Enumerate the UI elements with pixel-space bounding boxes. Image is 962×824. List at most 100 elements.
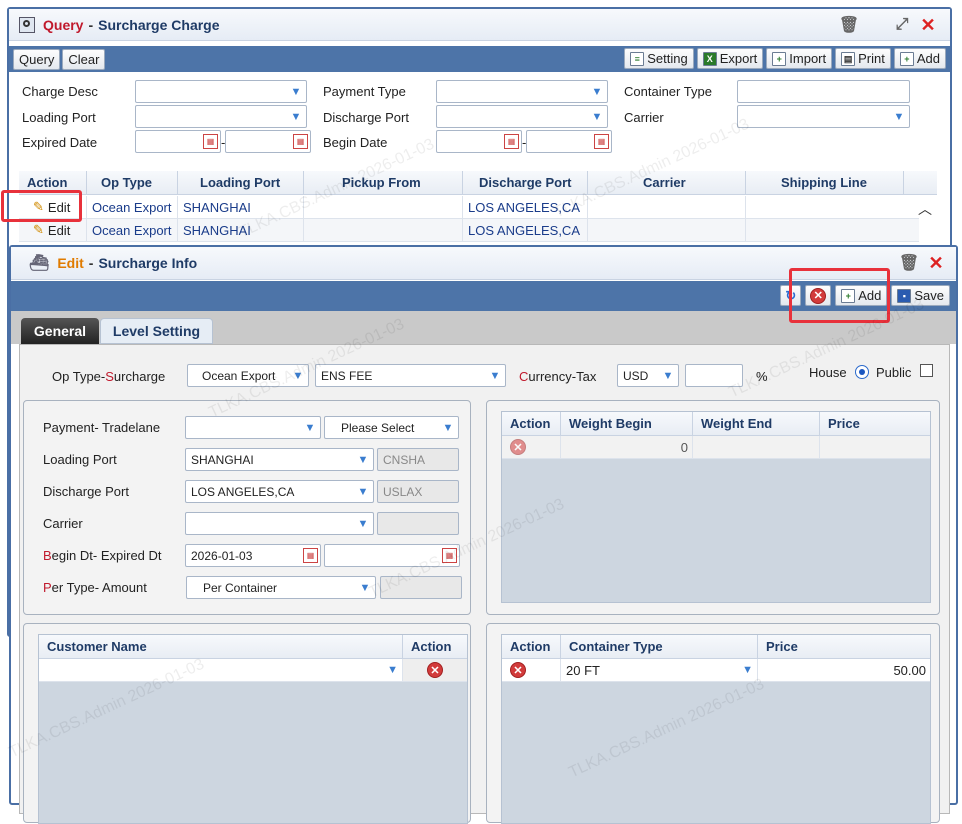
- container-type-select[interactable]: 20 FT ▼: [561, 659, 758, 681]
- query-toolbar: Query Clear ≡ Setting X Export + Import ▤ Pr…: [9, 46, 950, 72]
- discharge-port-label: Discharge Port: [323, 110, 409, 125]
- payment-type-label: Payment Type: [323, 84, 406, 99]
- delete-row-icon[interactable]: ✕: [510, 439, 526, 455]
- carrier-code: [377, 512, 459, 535]
- chevron-down-icon: ▼: [304, 421, 316, 434]
- container-type-input[interactable]: [737, 80, 910, 103]
- edit-window: ⛴ Edit - Surcharge Info 🗑 ✕ ↻ ✕ + Add ▪ Sa…: [9, 245, 958, 824]
- calendar-icon[interactable]: ▦: [303, 548, 318, 563]
- currency-select[interactable]: USD ▼: [617, 364, 679, 387]
- calendar-icon[interactable]: ▦: [293, 134, 308, 149]
- loading-code: CNSHA: [377, 448, 459, 471]
- col-loading-port[interactable]: Loading Port: [178, 171, 304, 194]
- discharge-port-select[interactable]: ▼: [436, 105, 608, 128]
- delete-row-icon[interactable]: ✕: [510, 662, 526, 678]
- pencil-icon: ✎: [33, 222, 44, 237]
- tax-input[interactable]: [685, 364, 743, 387]
- percent-label: %: [756, 369, 768, 384]
- table-row[interactable]: ✕ 0: [502, 436, 930, 459]
- scroll-up-icon[interactable]: ︿: [915, 199, 935, 219]
- surcharge-select[interactable]: ENS FEE ▼: [315, 364, 506, 387]
- public-label: Public: [876, 365, 912, 380]
- export-button[interactable]: X Export: [696, 48, 764, 69]
- table-row[interactable]: ✎ Edit Ocean Export SHANGHAI LOS ANGELES,…: [19, 196, 919, 219]
- chevron-down-icon: ▼: [292, 369, 304, 382]
- discharge-port-select[interactable]: LOS ANGELES,CA ▼: [185, 480, 374, 503]
- search-icon: [19, 16, 35, 33]
- chevron-down-icon: ▼: [442, 421, 454, 434]
- close-icon[interactable]: ✕: [919, 15, 937, 35]
- chevron-down-icon: ▼: [357, 517, 369, 530]
- col-pickup-from[interactable]: Pickup From: [304, 171, 463, 194]
- save-button[interactable]: ▪ Save: [891, 285, 950, 306]
- close-icon[interactable]: ✕: [927, 253, 945, 273]
- op-type-select[interactable]: Ocean Export ▼: [187, 364, 309, 387]
- per-type-label: Per Type- Amount: [43, 580, 147, 595]
- payment-select[interactable]: ▼: [185, 416, 321, 439]
- col-shipping-line[interactable]: Shipping Line: [746, 171, 904, 194]
- table-row[interactable]: ✕ 20 FT ▼ 50.00: [502, 659, 930, 682]
- row-edit-button[interactable]: ✎ Edit: [19, 219, 87, 241]
- container-price-input[interactable]: 50.00: [758, 659, 930, 681]
- table-row[interactable]: ▼ ✕: [39, 659, 467, 682]
- query-button[interactable]: Query: [13, 48, 61, 70]
- calendar-icon[interactable]: ▦: [203, 134, 218, 149]
- chevron-down-icon: ▼: [893, 110, 905, 123]
- col-discharge-port[interactable]: Discharge Port: [463, 171, 588, 194]
- chevron-down-icon: ▼: [357, 485, 369, 498]
- print-button[interactable]: ▤ Print: [835, 48, 891, 69]
- loading-port-select[interactable]: ▼: [135, 105, 307, 128]
- payment-type-select[interactable]: ▼: [436, 80, 608, 103]
- tradelane-select[interactable]: Please Select ▼: [324, 416, 459, 439]
- setting-button[interactable]: ≡ Setting: [624, 48, 694, 69]
- public-checkbox[interactable]: [920, 364, 933, 377]
- begin-dt-input[interactable]: 2026-01-03 ▦: [185, 544, 321, 567]
- container-type-label: Container Type: [624, 84, 712, 99]
- loading-port-select[interactable]: SHANGHAI ▼: [185, 448, 374, 471]
- maximize-icon[interactable]: ⤢: [893, 16, 911, 34]
- begin-date-from[interactable]: ▦: [436, 130, 522, 153]
- payment-label: Payment- Tradelane: [43, 420, 161, 435]
- trash-icon[interactable]: 🗑: [899, 254, 919, 272]
- chevron-down-icon: ▼: [387, 664, 398, 676]
- chevron-down-icon: ▼: [591, 85, 603, 98]
- house-radio[interactable]: [855, 365, 869, 379]
- container-grid-header: Action Container Type Price: [502, 635, 930, 659]
- setting-icon: ≡: [630, 51, 645, 66]
- loading-port-label: Loading Port: [43, 452, 117, 467]
- carrier-select[interactable]: ▼: [737, 105, 910, 128]
- tab-general[interactable]: General: [21, 318, 99, 344]
- discharge-code: USLAX: [377, 480, 459, 503]
- discharge-port-label: Discharge Port: [43, 484, 129, 499]
- clear-button[interactable]: Clear: [62, 48, 106, 70]
- begin-date-to[interactable]: ▦: [526, 130, 612, 153]
- calendar-icon[interactable]: ▦: [442, 548, 457, 563]
- expired-date-from[interactable]: ▦: [135, 130, 221, 153]
- col-op-type[interactable]: Op Type: [87, 171, 178, 194]
- import-button[interactable]: + Import: [766, 48, 833, 69]
- carrier-label: Carrier: [43, 516, 83, 531]
- delete-row-icon[interactable]: ✕: [427, 662, 443, 678]
- add-button[interactable]: + Add: [893, 48, 946, 69]
- general-panel: Op Type-Surcharge Ocean Export ▼ ENS FEE ▼…: [19, 344, 950, 824]
- expired-date-to[interactable]: ▦: [225, 130, 311, 153]
- col-carrier[interactable]: Carrier: [588, 171, 746, 194]
- customer-name-select[interactable]: ▼: [39, 659, 403, 681]
- table-row[interactable]: ✎ Edit Ocean Export SHANGHAI LOS ANGELES,…: [19, 219, 919, 242]
- ship-icon: ⛴: [29, 255, 50, 272]
- charge-desc-select[interactable]: ▼: [135, 80, 307, 103]
- carrier-select[interactable]: ▼: [185, 512, 374, 535]
- tab-level-setting[interactable]: Level Setting: [100, 318, 213, 344]
- toolbar-highlight: [789, 268, 890, 323]
- expired-dt-input[interactable]: ▦: [324, 544, 460, 567]
- begin-expired-label: Begin Dt- Expired Dt: [43, 548, 162, 563]
- amount-input[interactable]: [380, 576, 462, 599]
- calendar-icon[interactable]: ▦: [504, 134, 519, 149]
- result-grid-header: Action Op Type Loading Port Pickup From …: [19, 171, 937, 195]
- per-type-select[interactable]: Per Container ▼: [186, 576, 376, 599]
- trash-icon[interactable]: 🗑: [839, 16, 859, 34]
- carrier-label: Carrier: [624, 110, 664, 125]
- excel-icon: X: [702, 51, 717, 66]
- calendar-icon[interactable]: ▦: [594, 134, 609, 149]
- save-icon: ▪: [897, 288, 912, 303]
